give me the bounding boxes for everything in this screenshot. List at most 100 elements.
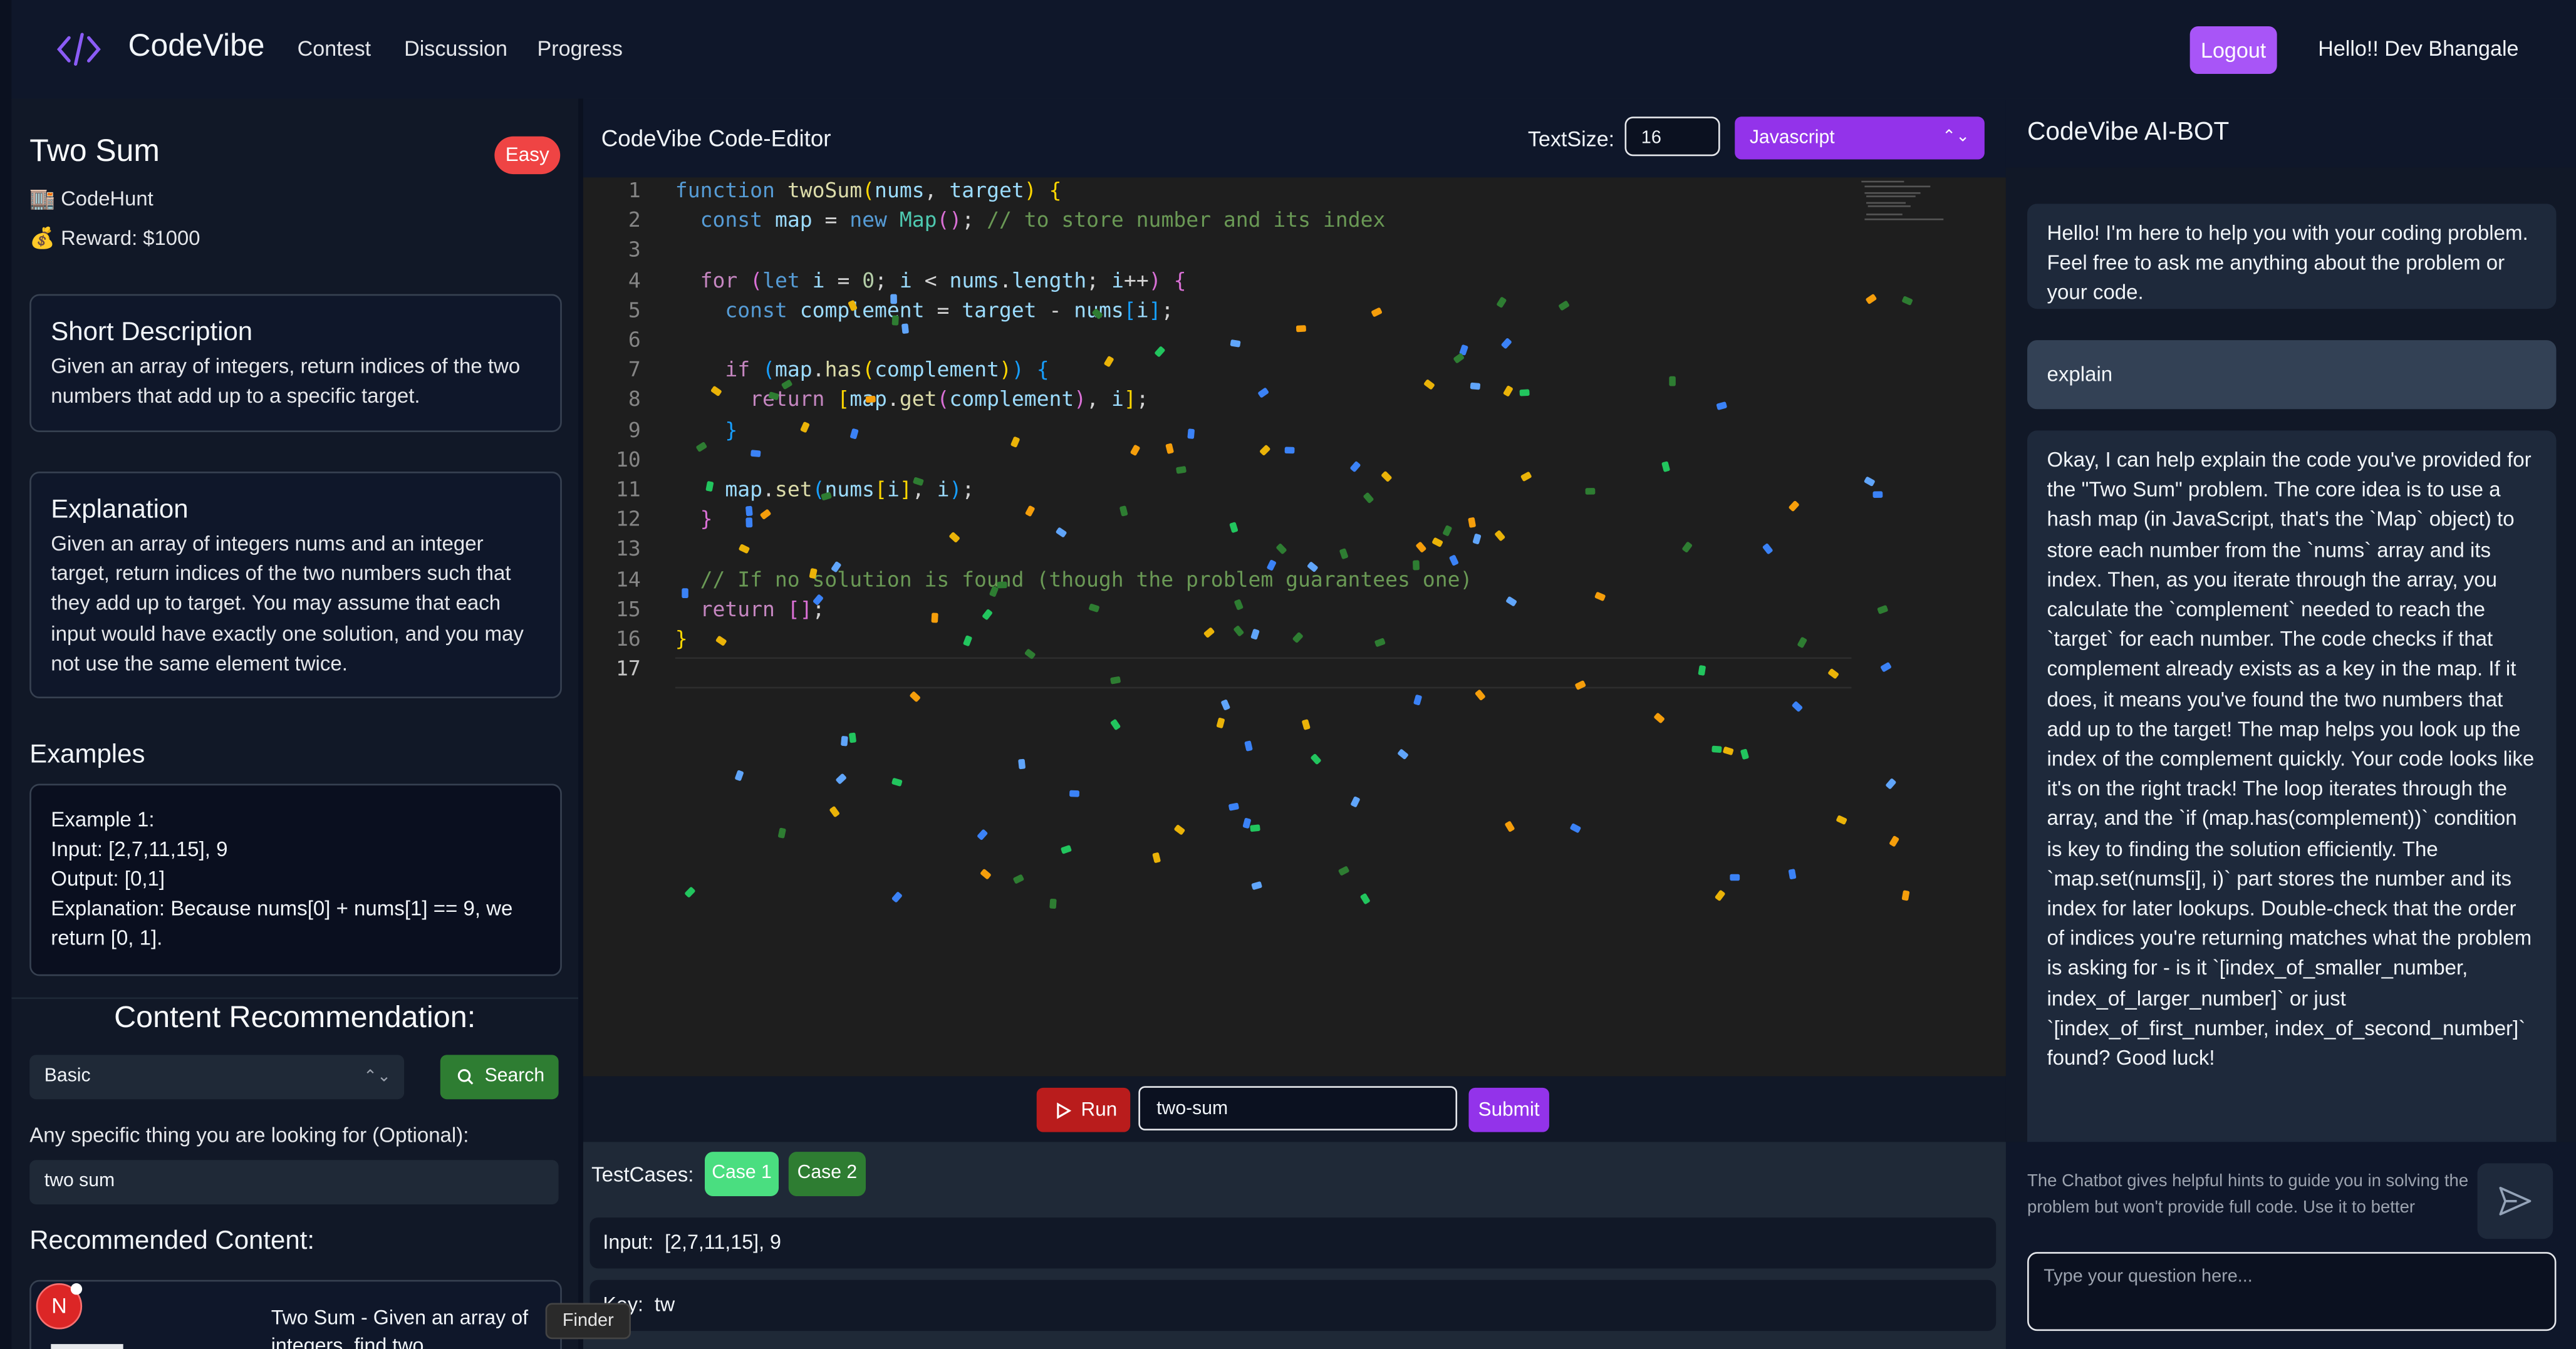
company-label: 🏬 CodeHunt: [29, 187, 153, 210]
confetti-piece: [1232, 625, 1244, 638]
confetti-piece: [1152, 852, 1161, 864]
top-navbar: CodeVibe Contest Discussion Progress Log…: [0, 0, 2576, 101]
explanation-card: Explanation Given an array of integers n…: [29, 471, 562, 699]
line-number: 11: [615, 476, 641, 502]
language-select[interactable]: Javascript ⌃⌄: [1735, 116, 1985, 160]
search-button[interactable]: Search: [440, 1055, 559, 1100]
confetti-piece: [801, 420, 811, 433]
nav-link-contest[interactable]: Contest: [298, 36, 371, 61]
example-explanation: Explanation: Because nums[0] + nums[1] =…: [51, 897, 513, 950]
line-number: 8: [628, 386, 641, 411]
confetti-piece: [890, 294, 898, 304]
confetti-piece: [745, 506, 753, 517]
line-number: 1: [628, 177, 641, 202]
confetti-piece: [947, 530, 960, 543]
confetti-piece: [1110, 719, 1122, 731]
confetti-piece: [1788, 868, 1797, 879]
explanation-text: Given an array of integers nums and an i…: [51, 532, 524, 675]
send-button[interactable]: [2477, 1163, 2553, 1239]
app-root: CodeVibe Contest Discussion Progress Log…: [0, 0, 2576, 1349]
logout-button[interactable]: Logout: [2189, 26, 2277, 75]
optional-query-input[interactable]: two sum: [29, 1160, 559, 1205]
chat-title: CodeVibe AI-BOT: [2027, 118, 2230, 147]
tab-case-1[interactable]: Case 1: [705, 1152, 779, 1196]
current-line-highlight: [675, 657, 1852, 689]
line-number: 14: [615, 566, 641, 591]
left-edge: [0, 0, 12, 1349]
recommended-content-card[interactable]: Two Sum - Given an array of integers, fi…: [29, 1279, 562, 1349]
confetti-piece: [1519, 390, 1529, 397]
line-number: 2: [628, 207, 641, 232]
confetti-piece: [1716, 401, 1728, 411]
confetti-piece: [828, 805, 840, 817]
code-line-8: return [map.get(complement), i];: [750, 386, 1149, 411]
confetti-piece: [1504, 820, 1515, 832]
textsize-label: TextSize:: [1527, 127, 1615, 152]
confetti-piece: [1762, 543, 1774, 556]
confetti-piece: [1901, 890, 1909, 901]
code-line-14: // If no solution is found (though the p…: [700, 566, 1473, 591]
code-line-4: for (let i = 0; i < nums.length; i++) {: [700, 267, 1187, 292]
testcases-label: TestCases:: [591, 1163, 694, 1187]
recommended-content-heading: Recommended Content:: [29, 1227, 315, 1256]
confetti-piece: [1901, 295, 1914, 306]
code-line-2: const map = new Map(); // to store numbe…: [700, 207, 1386, 232]
run-button[interactable]: Run: [1036, 1087, 1131, 1132]
confetti-piece: [1796, 637, 1807, 649]
finder-tooltip: Finder: [545, 1303, 631, 1340]
editor-minimap[interactable]: [1861, 180, 1946, 220]
confetti-piece: [1668, 375, 1676, 386]
confetti-piece: [1493, 529, 1505, 542]
confetti-piece: [1088, 602, 1101, 612]
code-brackets-icon: [56, 33, 101, 66]
language-select-value: Javascript: [1749, 128, 1835, 148]
confetti-piece: [1505, 595, 1518, 606]
confetti-piece: [1176, 465, 1187, 474]
example-input: Input: [2,7,11,15], 9: [51, 838, 228, 861]
confetti-piece: [1070, 790, 1081, 798]
confetti-piece: [1350, 796, 1361, 809]
textsize-input[interactable]: 16: [1624, 116, 1720, 157]
confetti-piece: [1229, 520, 1239, 533]
line-number: 16: [615, 626, 641, 651]
confetti-piece: [835, 773, 848, 786]
confetti-piece: [1431, 536, 1444, 547]
panel-divider[interactable]: [578, 98, 583, 1349]
recommendation-heading: Content Recommendation:: [114, 999, 476, 1034]
nav-link-discussion[interactable]: Discussion: [404, 36, 507, 61]
chat-messages[interactable]: Hello! I'm here to help you with your co…: [2005, 167, 2576, 1142]
confetti-piece: [1229, 339, 1240, 348]
code-line-7: if (map.has(complement)) {: [725, 356, 1049, 382]
confetti-piece: [1413, 693, 1422, 705]
confetti-piece: [1154, 346, 1166, 358]
tab-case-2[interactable]: Case 2: [788, 1152, 866, 1196]
confetti-piece: [1559, 301, 1571, 312]
confetti-piece: [1349, 461, 1361, 473]
content-recommendation: Content Recommendation: Basic ⌃⌄ Search …: [11, 997, 579, 1349]
code-line-16: }: [675, 626, 688, 651]
code-editor[interactable]: 1 2 3 4 5 6 7 8 9 10 11 12 13 14 15 16 17 function twoSu…: [583, 177, 2006, 1077]
confetti-piece: [750, 450, 761, 458]
confetti-piece: [1250, 628, 1260, 640]
confetti-piece: [1729, 874, 1740, 881]
confetti-piece: [1879, 662, 1892, 673]
confetti-piece: [777, 827, 786, 839]
chat-question-input[interactable]: Type your question here...: [2027, 1252, 2557, 1331]
confetti-piece: [1740, 748, 1749, 760]
line-number: 15: [615, 596, 641, 621]
submit-button[interactable]: Submit: [1468, 1087, 1549, 1132]
confetti-piece: [908, 691, 921, 703]
confetti-piece: [1174, 823, 1187, 835]
nav-link-progress[interactable]: Progress: [538, 36, 623, 61]
code-line-15: return [];: [700, 596, 825, 621]
confetti-piece: [982, 609, 994, 621]
level-select[interactable]: Basic ⌃⌄: [29, 1055, 405, 1100]
brand-name[interactable]: CodeVibe: [128, 29, 265, 66]
problem-slug-input[interactable]: two-sum: [1138, 1086, 1458, 1131]
confetti-piece: [1791, 700, 1804, 712]
confetti-piece: [1291, 632, 1304, 644]
confetti-piece: [1711, 745, 1722, 753]
examples-heading: Examples: [29, 741, 145, 769]
line-number: 5: [628, 297, 641, 322]
user-message: explain: [2027, 340, 2557, 410]
